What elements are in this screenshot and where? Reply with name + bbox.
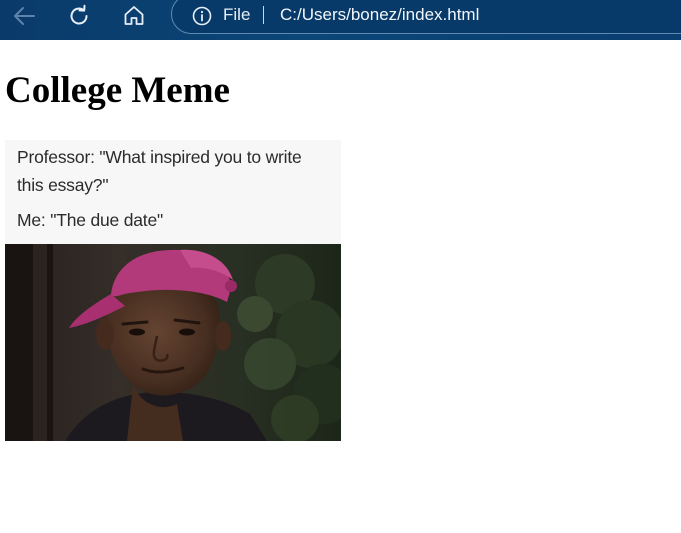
info-icon[interactable]: [192, 6, 212, 26]
page-content: College Meme Professor: "What inspired y…: [0, 40, 681, 533]
back-button[interactable]: [11, 3, 37, 29]
browser-toolbar: File C:/Users/bonez/index.html: [0, 0, 681, 40]
home-icon: [124, 6, 144, 25]
meme-caption: Professor: "What inspired you to write t…: [5, 140, 341, 244]
home-button[interactable]: [121, 3, 147, 29]
page-title: College Meme: [5, 70, 230, 111]
reload-button[interactable]: [66, 3, 92, 29]
reload-icon: [70, 4, 88, 25]
address-separator: [263, 6, 264, 24]
arrow-left-icon: [14, 7, 35, 25]
site-info-file-label[interactable]: File: [223, 5, 250, 25]
meme-caption-line: Me: "The due date": [17, 210, 163, 230]
url-text[interactable]: C:/Users/bonez/index.html: [280, 5, 479, 25]
address-bar[interactable]: File C:/Users/bonez/index.html: [171, 0, 681, 34]
meme-photo: [5, 244, 341, 441]
meme-caption-line: Professor: "What inspired you to write: [17, 147, 302, 167]
meme-caption-line: this essay?": [17, 175, 109, 195]
meme-image: Professor: "What inspired you to write t…: [5, 140, 341, 441]
